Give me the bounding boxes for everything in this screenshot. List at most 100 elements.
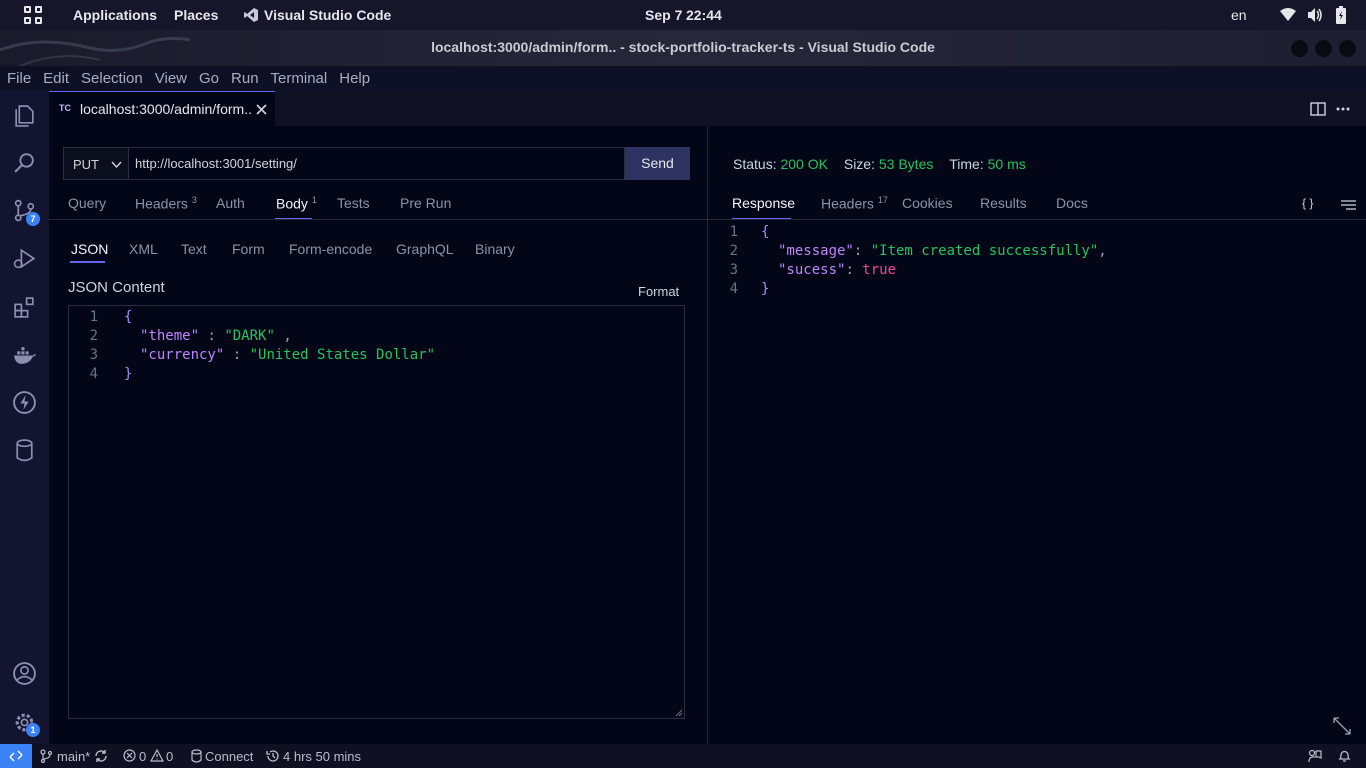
tab-query[interactable]: Query: [68, 195, 106, 211]
menu-view[interactable]: View: [155, 70, 187, 87]
time-tracker[interactable]: 4 hrs 50 mins: [283, 749, 361, 764]
remote-icon: [9, 750, 23, 762]
minimize-button[interactable]: [1291, 40, 1308, 57]
error-count[interactable]: 0: [139, 749, 146, 764]
wifi-icon[interactable]: [1280, 8, 1296, 22]
line-number: 1: [89, 309, 98, 325]
menu-lines-icon[interactable]: [1341, 200, 1356, 210]
format-button[interactable]: Format: [638, 284, 679, 299]
menu-edit[interactable]: Edit: [43, 70, 69, 87]
applications-menu[interactable]: Applications: [73, 7, 157, 23]
connect-button[interactable]: Connect: [205, 749, 253, 764]
tab-auth[interactable]: Auth: [216, 195, 245, 211]
places-menu[interactable]: Places: [174, 7, 218, 23]
system-top-bar: Applications Places Visual Studio Code S…: [0, 0, 1366, 30]
thunder-client-tab-icon: TC: [59, 103, 71, 113]
maximize-button[interactable]: [1315, 40, 1332, 57]
line-number: 4: [729, 281, 738, 297]
menu-terminal[interactable]: Terminal: [271, 70, 328, 87]
volume-icon[interactable]: [1307, 7, 1323, 23]
body-tab-xml[interactable]: XML: [129, 241, 158, 257]
close-window-button[interactable]: [1339, 40, 1356, 57]
account-icon[interactable]: [12, 661, 37, 686]
error-icon[interactable]: [123, 749, 136, 762]
tabs-divider: [49, 219, 707, 220]
database-icon[interactable]: [12, 438, 37, 463]
tab-response-label: Response: [732, 195, 796, 211]
warning-icon[interactable]: [150, 749, 164, 762]
keyboard-layout[interactable]: en: [1231, 7, 1247, 23]
remote-indicator[interactable]: [0, 744, 32, 768]
tab-body[interactable]: Body 1: [276, 195, 317, 212]
braces-toggle-button[interactable]: { }: [1302, 196, 1313, 210]
send-button[interactable]: Send: [625, 147, 690, 180]
tab-headers-label: Headers: [135, 195, 188, 212]
chevron-down-icon: [111, 161, 122, 168]
menu-go[interactable]: Go: [199, 70, 219, 87]
body-tab-binary[interactable]: Binary: [475, 241, 515, 257]
app-grid-icon[interactable]: [24, 6, 42, 24]
status-value: 200 OK: [780, 156, 828, 172]
activity-bar: 7 1: [0, 91, 49, 744]
search-icon[interactable]: [12, 150, 37, 175]
theme-value: "DARK": [224, 328, 275, 344]
code-line-currency: "currency" : "United States Dollar": [140, 347, 435, 363]
menu-help[interactable]: Help: [339, 70, 370, 87]
active-app-name[interactable]: Visual Studio Code: [264, 7, 391, 23]
docker-icon[interactable]: [12, 343, 37, 368]
method-select[interactable]: PUT: [63, 147, 128, 180]
git-branch[interactable]: main*: [57, 749, 90, 764]
extensions-icon[interactable]: [12, 295, 37, 320]
run-debug-icon[interactable]: [12, 246, 37, 271]
tab-tests[interactable]: Tests: [337, 195, 370, 211]
tab-headers[interactable]: Headers 3: [135, 195, 197, 212]
history-icon: [266, 750, 279, 762]
size-label: Size:: [843, 156, 875, 172]
tab-pre-run[interactable]: Pre Run: [400, 195, 451, 211]
body-tab-json[interactable]: JSON: [71, 241, 108, 257]
url-input[interactable]: http://localhost:3001/setting/: [128, 147, 625, 180]
tab-results[interactable]: Results: [980, 195, 1027, 211]
notifications-bell-icon[interactable]: [1338, 749, 1351, 763]
sync-icon[interactable]: [94, 749, 108, 763]
code-brace-open: {: [124, 309, 133, 325]
window-title-bar[interactable]: localhost:3000/admin/form.. - stock-port…: [0, 30, 1366, 66]
message-sep: :: [853, 243, 871, 259]
clock-date[interactable]: Sep 7: [645, 7, 682, 23]
menu-run[interactable]: Run: [231, 70, 259, 87]
body-count: 1: [311, 195, 317, 205]
sucess-key: "sucess": [778, 262, 846, 278]
editor-tab-bar: TC localhost:3000/admin/form..: [49, 91, 1366, 126]
method-value: PUT: [73, 157, 99, 172]
thunder-client-icon[interactable]: [12, 390, 37, 415]
more-actions-icon[interactable]: [1336, 107, 1350, 111]
database-connect-icon: [191, 749, 202, 763]
body-tab-graphql[interactable]: GraphQL: [396, 241, 454, 257]
status-bar: main* 0 0 Connect 4 hrs 50 mins: [0, 744, 1366, 768]
close-tab-icon[interactable]: [256, 104, 267, 115]
tab-response-headers[interactable]: Headers 17: [821, 195, 888, 212]
clock-time[interactable]: 22:44: [686, 7, 722, 23]
line-number: 1: [729, 224, 738, 240]
split-editor-icon[interactable]: [1310, 101, 1326, 117]
response-line-sucess: "sucess": true: [778, 262, 896, 278]
explorer-icon[interactable]: [12, 103, 37, 128]
time-value: 50 ms: [987, 156, 1026, 172]
tab-docs[interactable]: Docs: [1056, 195, 1088, 211]
body-tab-text[interactable]: Text: [181, 241, 207, 257]
body-tab-form-encode[interactable]: Form-encode: [289, 241, 372, 257]
menu-selection[interactable]: Selection: [81, 70, 143, 87]
feedback-icon[interactable]: [1308, 749, 1322, 763]
editor-tab-request[interactable]: TC localhost:3000/admin/form..: [49, 91, 275, 126]
warning-count[interactable]: 0: [166, 749, 173, 764]
battery-icon[interactable]: [1336, 6, 1346, 24]
tab-cookies[interactable]: Cookies: [902, 195, 953, 211]
sucess-value: true: [862, 262, 897, 278]
menu-file[interactable]: File: [7, 70, 31, 87]
body-tab-form[interactable]: Form: [232, 241, 265, 257]
tab-response[interactable]: Response: [732, 195, 795, 211]
resize-handle-icon[interactable]: [675, 709, 683, 717]
json-tab-indicator: [70, 261, 105, 263]
json-body-editor[interactable]: 1 2 3 4 { "theme" : "DARK" , "currency" …: [68, 305, 685, 719]
expand-icon[interactable]: [1333, 717, 1351, 735]
